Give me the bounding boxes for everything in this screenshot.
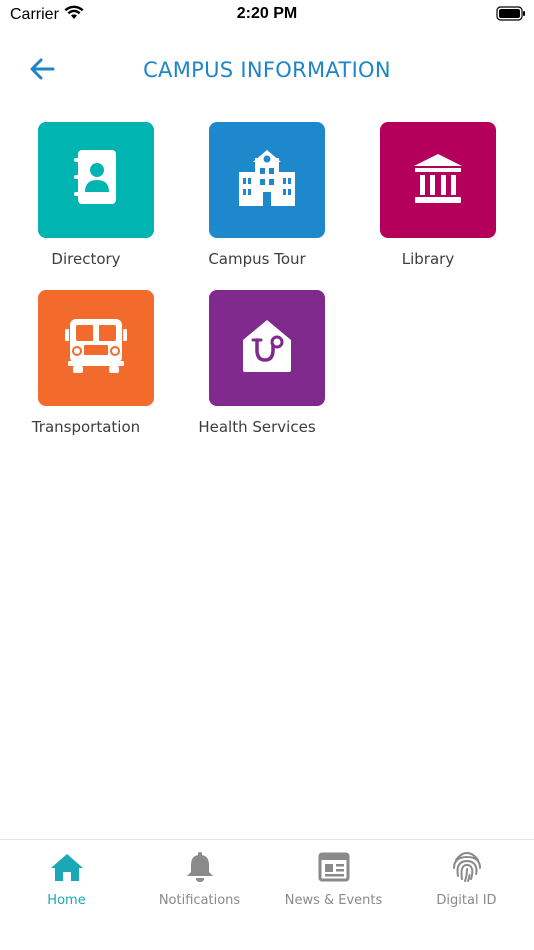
tile-label: Transportation bbox=[31, 418, 141, 436]
bus-icon bbox=[64, 317, 128, 380]
tile-label: Health Services bbox=[198, 418, 316, 436]
tile-transportation[interactable]: Transportation bbox=[16, 290, 156, 442]
nav-label: Digital ID bbox=[436, 893, 497, 908]
tile-transportation-box bbox=[38, 290, 154, 406]
battery-icon bbox=[496, 6, 526, 26]
tile-label: Directory bbox=[51, 250, 121, 268]
fingerprint-icon bbox=[400, 850, 533, 884]
nav-label: Notifications bbox=[158, 893, 241, 908]
header: CAMPUS INFORMATION bbox=[0, 50, 534, 92]
nav-notifications[interactable]: Notifications bbox=[133, 840, 266, 920]
tile-campus-tour[interactable]: Campus Tour bbox=[187, 122, 327, 274]
tile-directory[interactable]: Directory bbox=[16, 122, 156, 274]
nav-digital-id[interactable]: Digital ID bbox=[400, 840, 533, 920]
home-icon bbox=[0, 850, 133, 884]
tile-label: Campus Tour bbox=[208, 250, 306, 268]
campus-building-icon bbox=[235, 148, 299, 213]
tile-directory-box bbox=[38, 122, 154, 238]
status-time: 2:20 PM bbox=[236, 5, 298, 22]
tile-library-box bbox=[380, 122, 496, 238]
nav-label: News & Events bbox=[284, 893, 383, 908]
address-book-icon bbox=[70, 148, 122, 213]
newspaper-icon bbox=[267, 850, 400, 884]
nav-news-events[interactable]: News & Events bbox=[267, 840, 400, 920]
bottom-nav: Home Notifications News & Events Digital… bbox=[0, 839, 534, 950]
tile-health-services-box bbox=[209, 290, 325, 406]
tile-campus-tour-box bbox=[209, 122, 325, 238]
tile-label: Library bbox=[401, 250, 455, 268]
page-title: CAMPUS INFORMATION bbox=[143, 58, 391, 82]
nav-home[interactable]: Home bbox=[0, 840, 133, 920]
nav-label: Home bbox=[47, 893, 86, 908]
stethoscope-icon bbox=[239, 318, 295, 379]
library-building-icon bbox=[410, 150, 466, 211]
tile-library[interactable]: Library bbox=[358, 122, 498, 274]
status-bar: Carrier 2:20 PM bbox=[0, 0, 534, 30]
bell-icon bbox=[133, 850, 266, 884]
tile-health-services[interactable]: Health Services bbox=[187, 290, 327, 442]
